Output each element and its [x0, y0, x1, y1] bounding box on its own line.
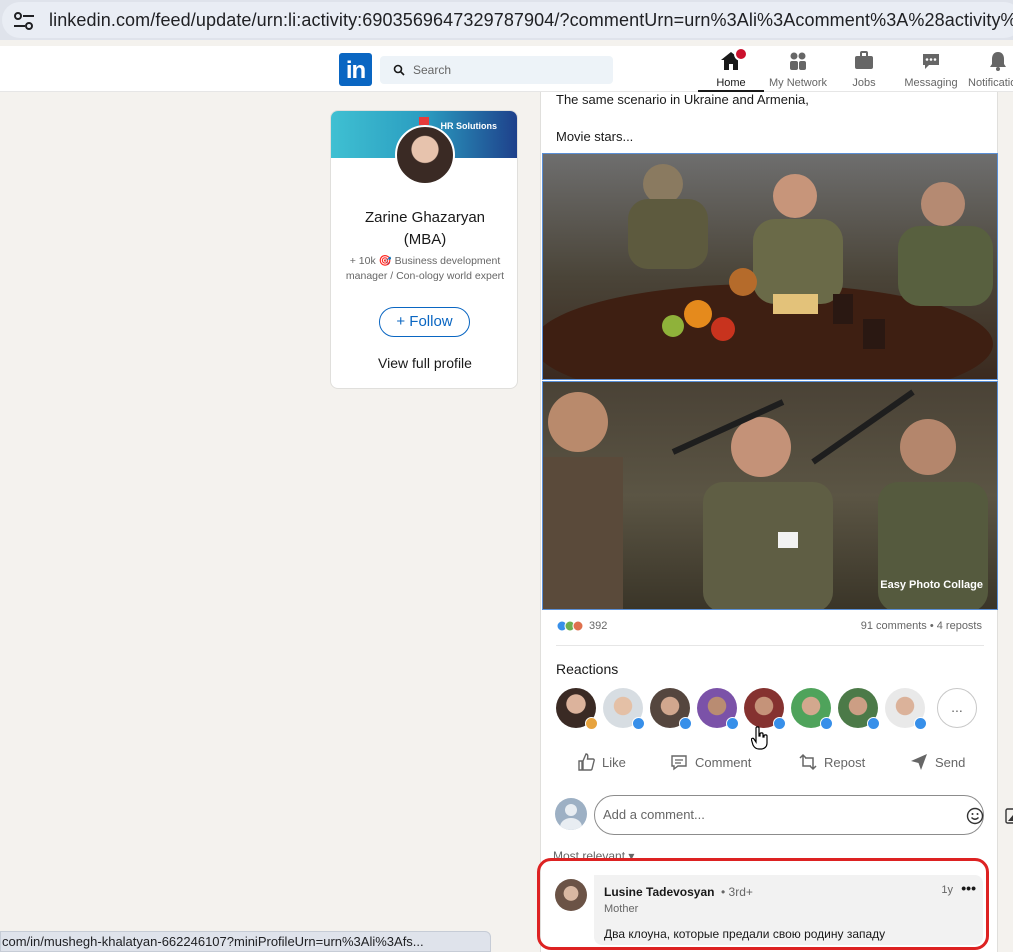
home-icon: [720, 47, 748, 72]
post-text-line: The same scenario in Ukraine and Armenia…: [556, 92, 809, 107]
nav-messaging[interactable]: Messaging: [900, 50, 962, 89]
post-text-line: Movie stars...: [556, 129, 634, 144]
comment-composer: Add a comment...: [555, 795, 1013, 835]
image-icon[interactable]: [1005, 807, 1013, 825]
send-button[interactable]: Send: [909, 752, 965, 772]
search-placeholder: Search: [413, 63, 452, 77]
photo-watermark: Easy Photo Collage: [880, 579, 983, 591]
reactor-avatar[interactable]: [650, 688, 692, 730]
profile-avatar[interactable]: [395, 125, 455, 185]
repost-icon: [799, 753, 817, 771]
comments-reposts-count[interactable]: 91 comments • 4 reposts: [861, 620, 982, 632]
comment-input[interactable]: Add a comment...: [594, 795, 1013, 835]
hand-cursor-icon: [751, 726, 768, 750]
follow-button[interactable]: + Follow: [379, 307, 470, 337]
profile-card: HR Solutions Zarine Ghazaryan (MBA) + 10…: [330, 110, 518, 389]
emoji-icon[interactable]: [966, 807, 984, 825]
post: The same scenario in Ukraine and Armenia…: [540, 92, 1013, 952]
reaction-icons: [556, 620, 584, 632]
messaging-icon: [920, 50, 942, 72]
status-bar-url: com/in/mushegh-khalatyan-662246107?miniP…: [0, 931, 491, 952]
linkedin-logo[interactable]: in: [339, 53, 372, 86]
nav-my-network[interactable]: My Network: [764, 50, 832, 89]
profile-headline: + 10k 🎯 Business development manager / C…: [345, 255, 505, 282]
url-field[interactable]: linkedin.com/feed/update/urn:li:activity…: [2, 2, 1013, 38]
post-photo-bottom[interactable]: Easy Photo Collage: [542, 381, 998, 610]
reactor-avatar[interactable]: [838, 688, 880, 730]
search-icon: [393, 64, 405, 76]
comment-button[interactable]: Comment: [669, 752, 751, 772]
like-button[interactable]: Like: [576, 752, 626, 772]
network-icon: [787, 50, 809, 72]
post-actions: Like Comment Repost Send: [541, 748, 999, 778]
profile-name[interactable]: Zarine Ghazaryan (MBA): [331, 207, 517, 251]
site-settings-icon[interactable]: [12, 10, 36, 32]
reactor-avatar[interactable]: [603, 688, 645, 730]
reactor-avatar[interactable]: [791, 688, 833, 730]
view-full-profile-link[interactable]: View full profile: [331, 355, 517, 371]
url-text[interactable]: linkedin.com/feed/update/urn:li:activity…: [49, 10, 1013, 31]
browser-address-bar: linkedin.com/feed/update/urn:li:activity…: [0, 0, 1013, 40]
photo-scene-bottom: [543, 389, 988, 609]
repost-button[interactable]: Repost: [798, 752, 865, 772]
more-reactors-button[interactable]: ...: [937, 688, 977, 728]
nav-jobs[interactable]: Jobs: [840, 50, 888, 89]
reactor-avatar[interactable]: [556, 688, 598, 730]
reaction-count[interactable]: 392: [556, 620, 607, 632]
bell-icon: [987, 50, 1009, 72]
comment-icon: [671, 755, 687, 771]
nav-notifications[interactable]: Notifications: [965, 50, 1013, 89]
reactions-title: Reactions: [556, 661, 619, 677]
notification-badge: [734, 47, 748, 61]
red-highlight-annotation: [537, 858, 989, 950]
reactor-avatar[interactable]: [697, 688, 739, 730]
reactor-avatar[interactable]: [744, 688, 786, 730]
photo-scene-top: [543, 164, 993, 379]
briefcase-icon: [853, 50, 875, 72]
current-user-avatar: [555, 798, 587, 830]
post-photo-top[interactable]: [542, 153, 998, 380]
thumbs-up-icon: [578, 753, 595, 771]
banner-logo-mark: [419, 117, 429, 125]
send-icon: [911, 754, 927, 770]
linkedin-header: in Search Home My Network Jobs Messaging: [0, 46, 1013, 92]
banner-text: HR Solutions: [440, 121, 498, 131]
nav-home[interactable]: Home: [698, 47, 764, 92]
reactor-avatar[interactable]: [885, 688, 927, 730]
search-bar[interactable]: Search: [380, 56, 613, 84]
divider: [556, 645, 984, 646]
